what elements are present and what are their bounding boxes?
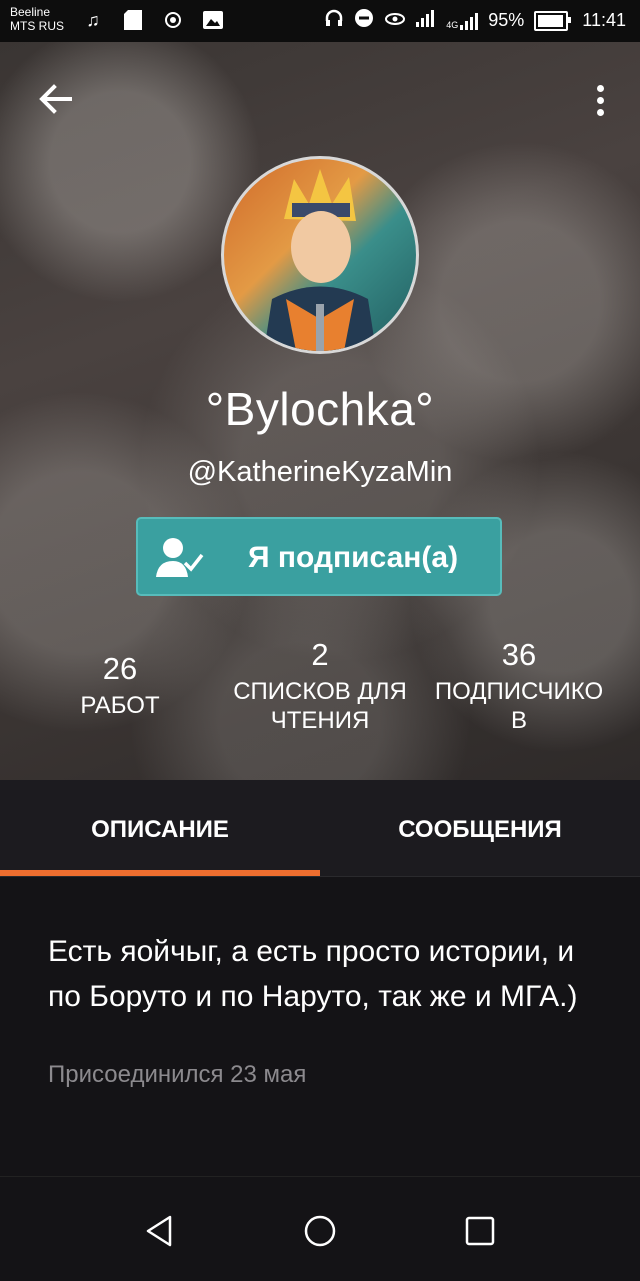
display-name: °Bylochka° <box>205 383 435 435</box>
works-label: РАБОТ <box>80 692 160 719</box>
carrier-line-1: Beeline <box>10 5 51 19</box>
user-check-icon <box>156 538 204 577</box>
reading-lists-count: 2 <box>311 637 329 672</box>
back-triangle-icon <box>146 1215 172 1247</box>
home-circle-icon <box>304 1215 336 1247</box>
nav-recents-button[interactable] <box>462 1213 498 1249</box>
avatar[interactable] <box>221 156 419 354</box>
nav-home-button[interactable] <box>302 1213 338 1249</box>
joined-date: Присоединился 23 мая <box>48 1061 307 1088</box>
eye-icon <box>384 9 406 32</box>
follow-button[interactable]: Я подписан(а) <box>136 517 502 596</box>
recents-square-icon <box>465 1216 495 1246</box>
status-bar: Beeline MTS RUS ♫ 4G 95% 11:41 <box>0 0 640 42</box>
battery-icon <box>534 10 572 31</box>
system-nav-bar <box>0 1176 640 1281</box>
stat-reading-lists[interactable]: 2 СПИСКОВ ДЛЯ ЧТЕНИЯ <box>222 637 418 735</box>
image-icon <box>202 9 224 31</box>
username: @KatherineKyzaMin <box>187 456 453 488</box>
do-not-disturb-icon <box>354 8 374 33</box>
battery-level <box>538 14 563 27</box>
works-count: 26 <box>102 651 138 686</box>
headphones-icon <box>324 8 344 33</box>
active-tab-indicator <box>0 870 320 876</box>
network-type-label: 4G <box>446 19 459 30</box>
clock: 11:41 <box>582 10 626 30</box>
tab-description[interactable]: ОПИСАНИЕ <box>0 780 320 876</box>
sd-card-icon <box>122 9 144 31</box>
arrow-left-icon <box>39 84 72 114</box>
signal-icon <box>416 9 436 32</box>
back-button[interactable] <box>34 78 78 122</box>
more-vert-icon-dot <box>596 96 604 104</box>
nav-back-button[interactable] <box>142 1213 178 1249</box>
more-vert-icon-dot <box>596 84 604 92</box>
wifi-hotspot-icon <box>162 9 184 31</box>
followers-count: 36 <box>501 637 537 672</box>
reading-lists-label-line1: СПИСКОВ ДЛЯ <box>233 678 407 705</box>
status-icons: 4G 95% 11:41 <box>324 8 626 33</box>
avatar-image <box>264 169 376 351</box>
carrier-info: Beeline MTS RUS <box>10 5 64 33</box>
profile-tabs: ОПИСАНИЕ СООБЩЕНИЯ <box>0 780 640 877</box>
follow-button-label: Я подписан(а) <box>248 541 459 574</box>
battery-percent: 95% <box>488 10 525 30</box>
tab-messages[interactable]: СООБЩЕНИЯ <box>320 780 640 876</box>
more-menu-button[interactable] <box>590 78 610 122</box>
description-panel: Есть яойчыг, а есть просто истории, и по… <box>0 877 640 1175</box>
reading-lists-label-line2: ЧТЕНИЯ <box>270 707 370 734</box>
music-icon: ♫ <box>86 9 100 30</box>
carrier-line-2: MTS RUS <box>10 19 64 33</box>
notification-icons: ♫ <box>82 9 224 31</box>
profile-description: Есть яойчыг, а есть просто истории, и по… <box>48 935 578 1013</box>
stat-works[interactable]: 26 РАБОТ <box>60 651 180 720</box>
stat-followers[interactable]: 36 ПОДПИСЧИКО В <box>418 637 620 735</box>
followers-label-line2: В <box>510 707 527 734</box>
followers-label-line1: ПОДПИСЧИКО <box>434 678 604 705</box>
profile-header: °Bylochka° @KatherineKyzaMin Я подписан(… <box>0 42 640 780</box>
more-vert-icon-dot <box>596 108 604 116</box>
signal-4g-icon: 4G <box>446 12 479 30</box>
